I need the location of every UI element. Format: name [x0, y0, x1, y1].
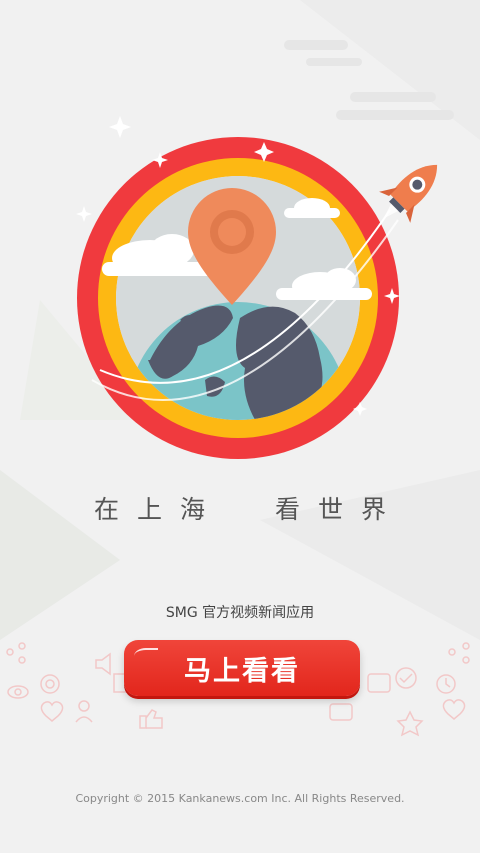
slogan: 在上海 看世界	[94, 495, 404, 524]
copyright-text: Copyright © 2015 Kankanews.com Inc. All …	[75, 792, 405, 805]
app-subtitle: SMG 官方视频新闻应用	[165, 605, 315, 621]
like-icon	[139, 709, 163, 729]
globe-location-pin-icon	[76, 116, 438, 459]
eye-icon	[7, 685, 29, 699]
watch-now-button[interactable]: 马上看看	[124, 640, 360, 696]
comment-icon	[329, 703, 353, 721]
watch-now-label: 马上看看	[184, 655, 300, 687]
sound-icon	[95, 652, 111, 676]
rocket-icon	[379, 164, 438, 223]
star-icon	[396, 710, 424, 737]
gear-icon	[40, 674, 60, 694]
button-shine	[134, 648, 158, 664]
user-icon	[75, 700, 93, 723]
share-icon	[6, 642, 26, 664]
heart-icon	[40, 701, 64, 722]
